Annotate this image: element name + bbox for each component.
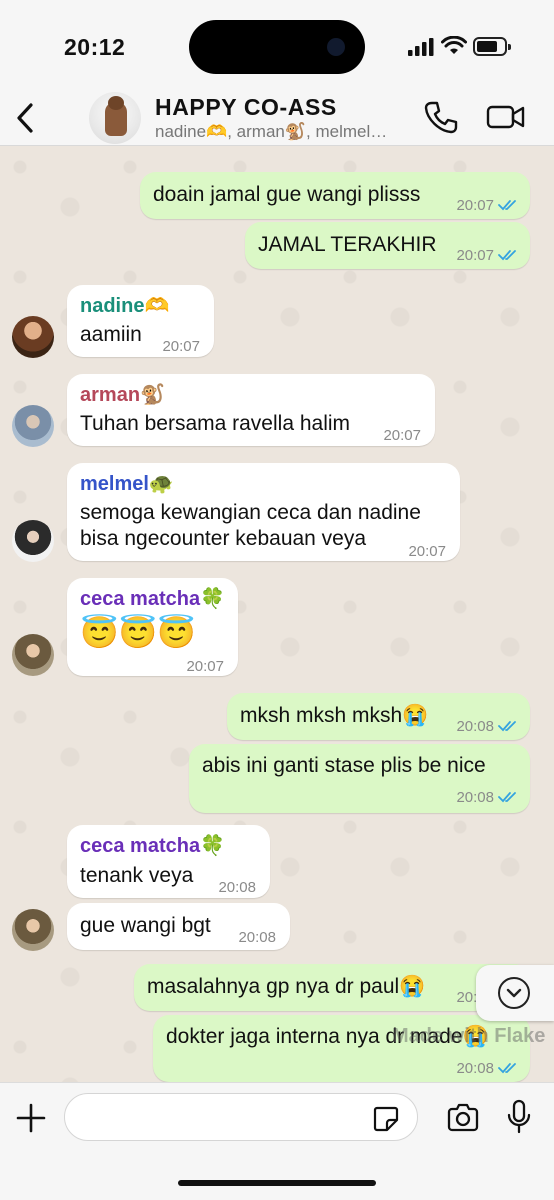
battery-icon: [473, 37, 511, 56]
message-sender[interactable]: arman🐒: [80, 382, 165, 408]
group-avatar[interactable]: [89, 92, 141, 144]
message-incoming[interactable]: ceca matcha🍀 tenank veya 20:08: [67, 825, 270, 898]
group-name[interactable]: HAPPY CO-ASS: [155, 94, 337, 121]
camera-icon[interactable]: [446, 1103, 480, 1133]
plus-icon[interactable]: [16, 1103, 46, 1133]
cellular-signal-icon: [408, 38, 434, 56]
message-text: abis ini ganti stase plis be nice: [202, 754, 486, 777]
avatar-melmel[interactable]: [12, 520, 54, 562]
message-outgoing[interactable]: JAMAL TERAKHIR 20:07: [245, 222, 530, 269]
avatar-ceca[interactable]: [12, 634, 54, 676]
video-camera-icon[interactable]: [486, 102, 526, 132]
message-time: 20:07: [456, 197, 494, 214]
message-incoming[interactable]: nadine🫶 aamiin 20:07: [67, 285, 214, 357]
message-text: semoga kewangian ceca dan nadine: [80, 501, 421, 524]
message-incoming[interactable]: gue wangi bgt 20:08: [67, 903, 290, 950]
message-time: 20:07: [456, 247, 494, 264]
phone-icon[interactable]: [424, 100, 458, 134]
message-sender[interactable]: ceca matcha🍀: [80, 833, 225, 859]
avatar-nadine[interactable]: [12, 316, 54, 358]
message-text: tenank veya: [80, 864, 194, 887]
message-time: 20:07: [408, 543, 446, 560]
double-check-icon: [498, 721, 516, 732]
dynamic-island: [189, 20, 365, 74]
chevron-down-icon: [498, 977, 530, 1009]
double-check-icon: [498, 250, 516, 261]
message-input[interactable]: [64, 1093, 418, 1141]
double-check-icon: [498, 792, 516, 803]
message-incoming[interactable]: melmel🐢 semoga kewangian ceca dan nadine…: [67, 463, 460, 561]
message-time: 20:07: [186, 658, 224, 675]
wifi-icon: [441, 36, 467, 54]
message-text: masalahnya gp nya dr paul😭: [147, 975, 426, 998]
sticker-icon[interactable]: [372, 1105, 400, 1133]
home-indicator[interactable]: [178, 1180, 376, 1186]
message-time: 20:08: [238, 929, 276, 946]
message-text: mksh mksh mksh😭: [240, 704, 429, 727]
message-sender[interactable]: nadine🫶: [80, 293, 169, 319]
message-outgoing[interactable]: mksh mksh mksh😭 20:08: [227, 693, 530, 740]
message-outgoing[interactable]: abis ini ganti stase plis be nice 20:08: [189, 744, 530, 813]
message-time: 20:08: [456, 1060, 494, 1077]
message-text: JAMAL TERAKHIR: [258, 233, 437, 256]
double-check-icon: [498, 1063, 516, 1074]
scroll-to-bottom-button[interactable]: [476, 965, 554, 1021]
message-text: bisa ngecounter kebauan veya: [80, 527, 367, 550]
message-time: 20:08: [218, 879, 256, 896]
message-text: aamiin: [80, 323, 142, 346]
message-text: Tuhan bersama ravella halim: [80, 412, 351, 435]
message-text: 😇😇😇: [80, 615, 196, 650]
back-chevron-icon[interactable]: [12, 100, 38, 136]
message-incoming[interactable]: arman🐒 Tuhan bersama ravella halim 20:07: [67, 374, 435, 446]
message-text: gue wangi bgt: [80, 914, 211, 937]
watermark: Made with Flake: [392, 1025, 546, 1047]
message-time: 20:08: [456, 718, 494, 735]
message-text: doain jamal gue wangi plisss: [153, 183, 421, 206]
microphone-icon[interactable]: [506, 1099, 532, 1135]
message-incoming[interactable]: ceca matcha🍀 😇😇😇 20:07: [67, 578, 238, 676]
message-sender[interactable]: ceca matcha🍀: [80, 586, 225, 612]
avatar-ceca[interactable]: [12, 909, 54, 951]
message-time: 20:07: [383, 427, 421, 444]
double-check-icon: [498, 200, 516, 211]
message-time: 20:07: [162, 338, 200, 355]
group-members[interactable]: nadine🫶, arman🐒, melmel…: [155, 122, 415, 142]
message-list[interactable]: doain jamal gue wangi plisss 20:07 JAMAL…: [0, 147, 554, 1082]
message-outgoing[interactable]: doain jamal gue wangi plisss 20:07: [140, 172, 530, 219]
status-bar: 20:12: [0, 0, 554, 90]
avatar-arman[interactable]: [12, 405, 54, 447]
message-outgoing[interactable]: masalahnya gp nya dr paul😭 20:08: [134, 964, 530, 1011]
message-time: 20:08: [456, 789, 494, 806]
message-sender[interactable]: melmel🐢: [80, 471, 174, 497]
status-time: 20:12: [64, 34, 126, 60]
chat-header: HAPPY CO-ASS nadine🫶, arman🐒, melmel…: [0, 90, 554, 146]
